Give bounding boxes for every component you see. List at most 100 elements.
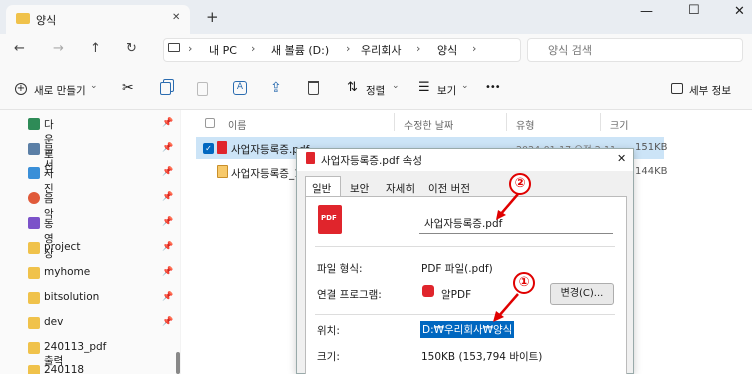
pin-icon[interactable]: 📌 <box>162 192 173 202</box>
pc-icon <box>168 43 180 52</box>
chevron-down-icon: ⌄ <box>461 81 469 91</box>
copy-icon[interactable] <box>160 82 171 95</box>
pdf-file-icon <box>306 152 315 164</box>
share-icon[interactable]: ⇪ <box>270 80 282 96</box>
cut-icon[interactable]: ✂ <box>122 80 134 96</box>
dialog-close-button[interactable]: ✕ <box>617 152 626 165</box>
image-file-icon <box>217 165 228 178</box>
tab-yangsik[interactable] <box>6 5 190 34</box>
rename-icon[interactable]: A <box>233 81 247 95</box>
pin-icon[interactable]: 📌 <box>162 292 173 302</box>
forward-button[interactable]: → <box>53 41 64 56</box>
view-button[interactable]: 보기 <box>437 83 456 98</box>
close-button[interactable]: ✕ <box>734 4 745 19</box>
pin-icon[interactable]: 📌 <box>162 242 173 252</box>
back-button[interactable]: ← <box>14 41 25 56</box>
size-value: 150KB (153,794 바이트) <box>421 351 543 363</box>
pin-icon[interactable]: 📌 <box>162 317 173 327</box>
pin-icon[interactable]: 📌 <box>162 217 173 227</box>
download-icon <box>28 118 40 130</box>
more-options-button[interactable]: ••• <box>485 82 501 93</box>
divider <box>315 314 615 315</box>
details-button[interactable]: 세부 정보 <box>689 83 731 98</box>
alpdf-app-icon <box>422 285 434 297</box>
sort-icon: ⇅ <box>347 80 358 95</box>
open-with-value: 알PDF <box>441 289 472 301</box>
tab-details[interactable]: 자세히 <box>386 181 415 196</box>
folder-icon <box>28 365 40 374</box>
file-size: 151KB <box>635 142 668 153</box>
chevron-down-icon: ⌄ <box>90 81 98 91</box>
column-divider[interactable] <box>394 113 395 131</box>
breadcrumb-my-pc[interactable]: 내 PC <box>209 42 237 58</box>
open-with-label: 연결 프로그램: <box>317 289 382 301</box>
pin-icon[interactable]: 📌 <box>162 118 173 128</box>
folder-icon <box>16 13 30 24</box>
picture-icon <box>28 167 40 179</box>
breadcrumb-yangsik[interactable]: 양식 <box>437 42 457 58</box>
video-icon <box>28 217 40 229</box>
breadcrumb-company[interactable]: 우리회사 <box>361 42 401 58</box>
plus-icon: + <box>15 83 27 95</box>
folder-icon <box>28 342 40 354</box>
chevron-down-icon: ⌄ <box>392 81 400 91</box>
sidebar-item-label: 240118 <box>44 364 85 374</box>
details-pane-icon <box>671 83 683 94</box>
column-header-type[interactable]: 유형 <box>516 117 534 132</box>
breadcrumb-sep: › <box>472 42 477 55</box>
column-divider[interactable] <box>506 113 507 131</box>
column-header-name[interactable]: 이름 <box>228 117 246 132</box>
sort-button[interactable]: 정렬 <box>366 83 385 98</box>
breadcrumb-volume-d[interactable]: 새 볼륨 (D:) <box>271 42 329 58</box>
file-size: 144KB <box>635 166 668 177</box>
tab-close-icon[interactable]: ✕ <box>172 12 180 23</box>
refresh-button[interactable]: ↻ <box>126 41 137 56</box>
breadcrumb-sep: › <box>346 42 351 55</box>
sidebar-item-label: bitsolution <box>44 291 100 303</box>
folder-icon <box>28 317 40 329</box>
pin-icon[interactable]: 📌 <box>162 267 173 277</box>
folder-icon <box>28 292 40 304</box>
folder-icon <box>28 267 40 279</box>
column-header-modified[interactable]: 수정한 날짜 <box>404 117 453 132</box>
pin-icon[interactable]: 📌 <box>162 143 173 153</box>
row-checkbox[interactable]: ✓ <box>203 143 214 154</box>
breadcrumb-sep: › <box>188 42 193 55</box>
tab-previous-versions[interactable]: 이전 버전 <box>428 181 470 196</box>
delete-icon[interactable] <box>308 81 319 95</box>
tab-title: 양식 <box>36 14 57 27</box>
change-button[interactable]: 변경(C)... <box>550 283 614 305</box>
view-icon: ☰ <box>418 80 430 95</box>
column-divider[interactable] <box>600 113 601 131</box>
annotation-arrow-1 <box>493 293 519 322</box>
sidebar-item-label: myhome <box>44 266 91 278</box>
location-label: 위치: <box>317 325 340 337</box>
sidebar-scrollbar[interactable] <box>176 352 180 374</box>
tab-general-label: 일반 <box>312 183 332 195</box>
column-header-size[interactable]: 크기 <box>610 117 628 132</box>
paste-icon[interactable] <box>197 82 208 96</box>
folder-icon <box>28 242 40 254</box>
new-button[interactable]: 새로 만들기 <box>34 83 86 98</box>
select-all-checkbox[interactable] <box>205 118 215 128</box>
pin-icon[interactable]: 📌 <box>162 167 173 177</box>
sidebar-item-label: 동영상 <box>44 218 54 260</box>
up-button[interactable]: ↑ <box>90 41 101 56</box>
music-icon <box>28 192 40 204</box>
new-tab-button[interactable]: + <box>206 8 219 26</box>
size-label: 크기: <box>317 351 340 363</box>
maximize-button[interactable]: ☐ <box>688 3 700 18</box>
pdf-badge: PDF <box>321 214 337 222</box>
divider <box>315 246 615 247</box>
pdf-file-icon <box>217 141 227 154</box>
breadcrumb-sep: › <box>251 42 256 55</box>
tab-security[interactable]: 보안 <box>350 181 369 196</box>
file-type-label: 파일 형식: <box>317 263 363 275</box>
sidebar-item-label: dev <box>44 316 64 328</box>
file-type-value: PDF 파일(.pdf) <box>421 263 493 275</box>
breadcrumb-sep: › <box>416 42 421 55</box>
dialog-title: 사업자등록증.pdf 속성 <box>321 155 422 167</box>
minimize-button[interactable]: — <box>640 4 653 19</box>
navigation-pane <box>0 110 180 374</box>
sidebar-item-label: project <box>44 241 81 253</box>
